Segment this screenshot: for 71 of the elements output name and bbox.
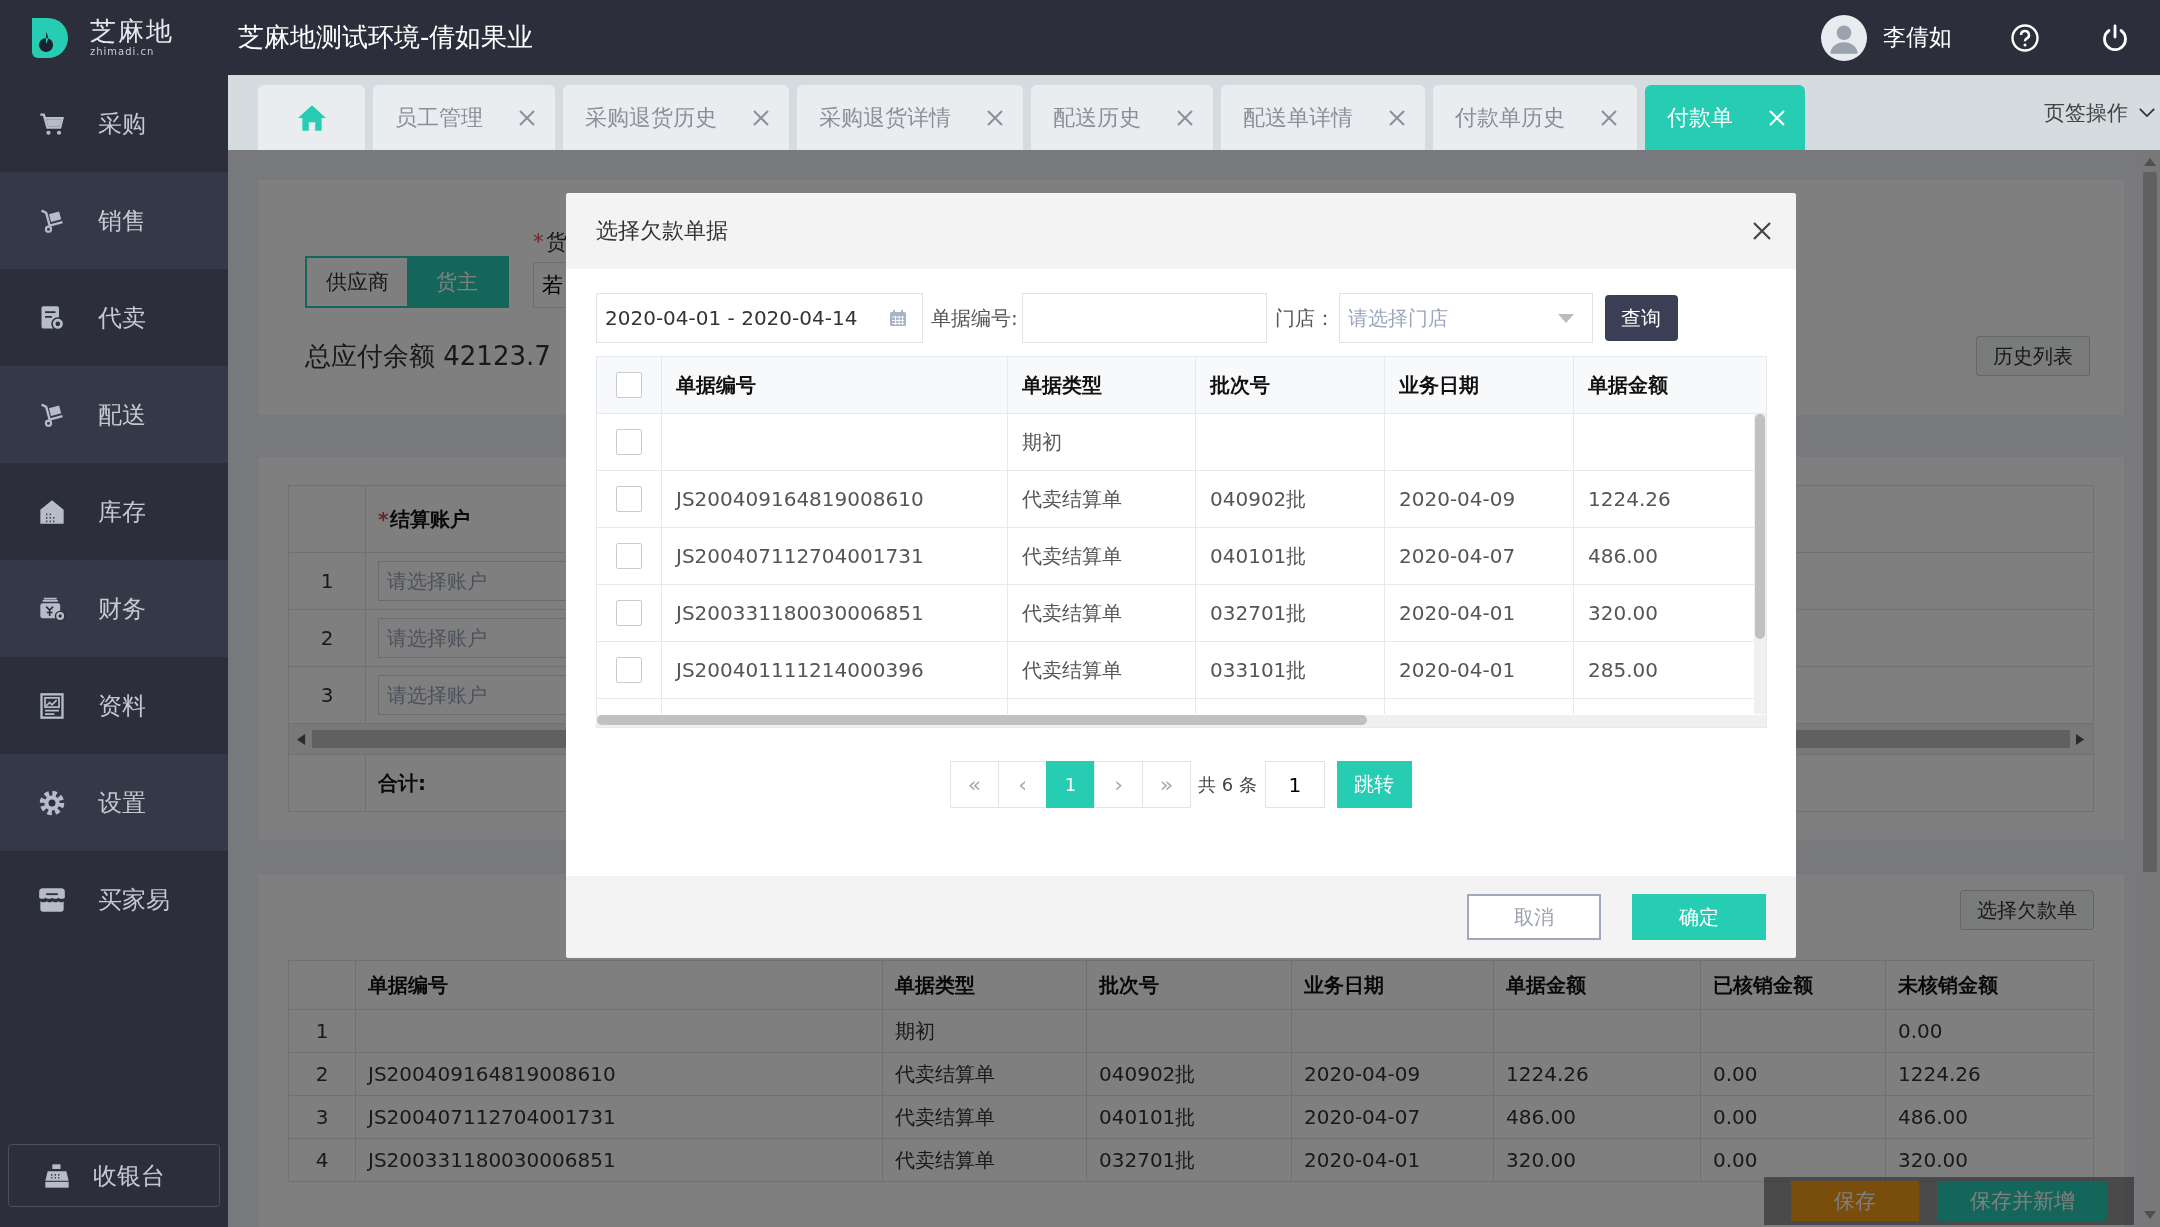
row-number: 2 <box>320 626 334 650</box>
logo-subtext: zhimadi.cn <box>90 47 156 57</box>
table-cell: 040902批 <box>1210 485 1307 513</box>
table-cell: 代卖结算单 <box>1022 542 1122 570</box>
table-cell: 040101批 <box>1099 1103 1196 1131</box>
row-number: 4 <box>315 1148 329 1172</box>
table-cell: JS200331180030006851 <box>368 1148 616 1172</box>
field-label: 门店： <box>1274 304 1335 332</box>
table-cell: 2020-04-01 <box>1399 658 1516 682</box>
table-cell: 033101批 <box>1210 656 1307 684</box>
row-number: 2 <box>315 1062 329 1086</box>
table-cell: 040902批 <box>1099 1060 1196 1088</box>
column-header: 单据编号 <box>676 371 756 399</box>
table-cell: 期初 <box>1022 428 1062 456</box>
column-header: 单据金额 <box>1588 371 1668 399</box>
table-cell: 2020-04-09 <box>1304 1062 1421 1086</box>
table-cell: 486.00 <box>1588 544 1658 568</box>
table-cell: 0.00 <box>1713 1105 1758 1129</box>
column-header: 已核销金额 <box>1713 971 1813 999</box>
field-label: 单据编号: <box>931 304 1018 332</box>
table-cell: 2020-04-01 <box>1399 601 1516 625</box>
total-label: 合计: <box>378 769 426 797</box>
row-number: 1 <box>315 1019 329 1043</box>
table-cell: 320.00 <box>1506 1148 1576 1172</box>
column-header: 业务日期 <box>1304 971 1384 999</box>
table-cell: 040101批 <box>1210 542 1307 570</box>
table-cell: 2020-04-01 <box>1304 1148 1421 1172</box>
field-label: *货 <box>533 229 567 256</box>
table-cell: 320.00 <box>1898 1148 1968 1172</box>
column-header: 单据类型 <box>895 971 975 999</box>
table-cell: JS200409164819008610 <box>676 487 924 511</box>
table-cell: 2020-04-09 <box>1399 487 1516 511</box>
table-cell: 0.00 <box>1713 1062 1758 1086</box>
table-cell: 486.00 <box>1898 1105 1968 1129</box>
column-header: 批次号 <box>1210 371 1270 399</box>
column-header: 批次号 <box>1099 971 1159 999</box>
row-number: 3 <box>315 1105 329 1129</box>
table-cell: 1224.26 <box>1588 487 1671 511</box>
table-cell: JS200407112704001731 <box>368 1105 616 1129</box>
column-header: 单据编号 <box>368 971 448 999</box>
table-cell: 0.00 <box>1713 1148 1758 1172</box>
logo-text: 芝麻地 <box>90 18 174 44</box>
table-cell: 0.00 <box>1898 1019 1943 1043</box>
table-cell: 1224.26 <box>1898 1062 1981 1086</box>
table-cell: 032701批 <box>1099 1146 1196 1174</box>
table-cell: 320.00 <box>1588 601 1658 625</box>
table-cell: 032701批 <box>1210 599 1307 627</box>
table-cell: 486.00 <box>1506 1105 1576 1129</box>
table-cell: JS200409164819008610 <box>368 1062 616 1086</box>
column-header: 业务日期 <box>1399 371 1479 399</box>
column-header: 单据金额 <box>1506 971 1586 999</box>
balance-text: 总应付余额 42123.7 <box>305 339 551 373</box>
row-number: 3 <box>320 683 334 707</box>
table-cell: 1224.26 <box>1506 1062 1589 1086</box>
total-count: 共 6 条 <box>1198 772 1257 797</box>
table-cell: 2020-04-07 <box>1304 1105 1421 1129</box>
table-cell: 2020-04-07 <box>1399 544 1516 568</box>
table-cell: 代卖结算单 <box>1022 656 1122 684</box>
column-header: 单据类型 <box>1022 371 1102 399</box>
table-cell: 代卖结算单 <box>895 1060 995 1088</box>
table-cell: 期初 <box>895 1017 935 1045</box>
column-header: 未核销金额 <box>1898 971 1998 999</box>
column-header: *结算账户 <box>378 505 471 533</box>
table-cell: 代卖结算单 <box>1022 599 1122 627</box>
table-cell: 代卖结算单 <box>1022 485 1122 513</box>
table-cell: 285.00 <box>1588 658 1658 682</box>
table-cell: 代卖结算单 <box>895 1146 995 1174</box>
table-cell: 代卖结算单 <box>895 1103 995 1131</box>
row-number: 1 <box>320 569 334 593</box>
dialog-title: 选择欠款单据 <box>596 217 728 245</box>
app-title: 芝麻地测试环境-倩如果业 <box>238 21 534 54</box>
